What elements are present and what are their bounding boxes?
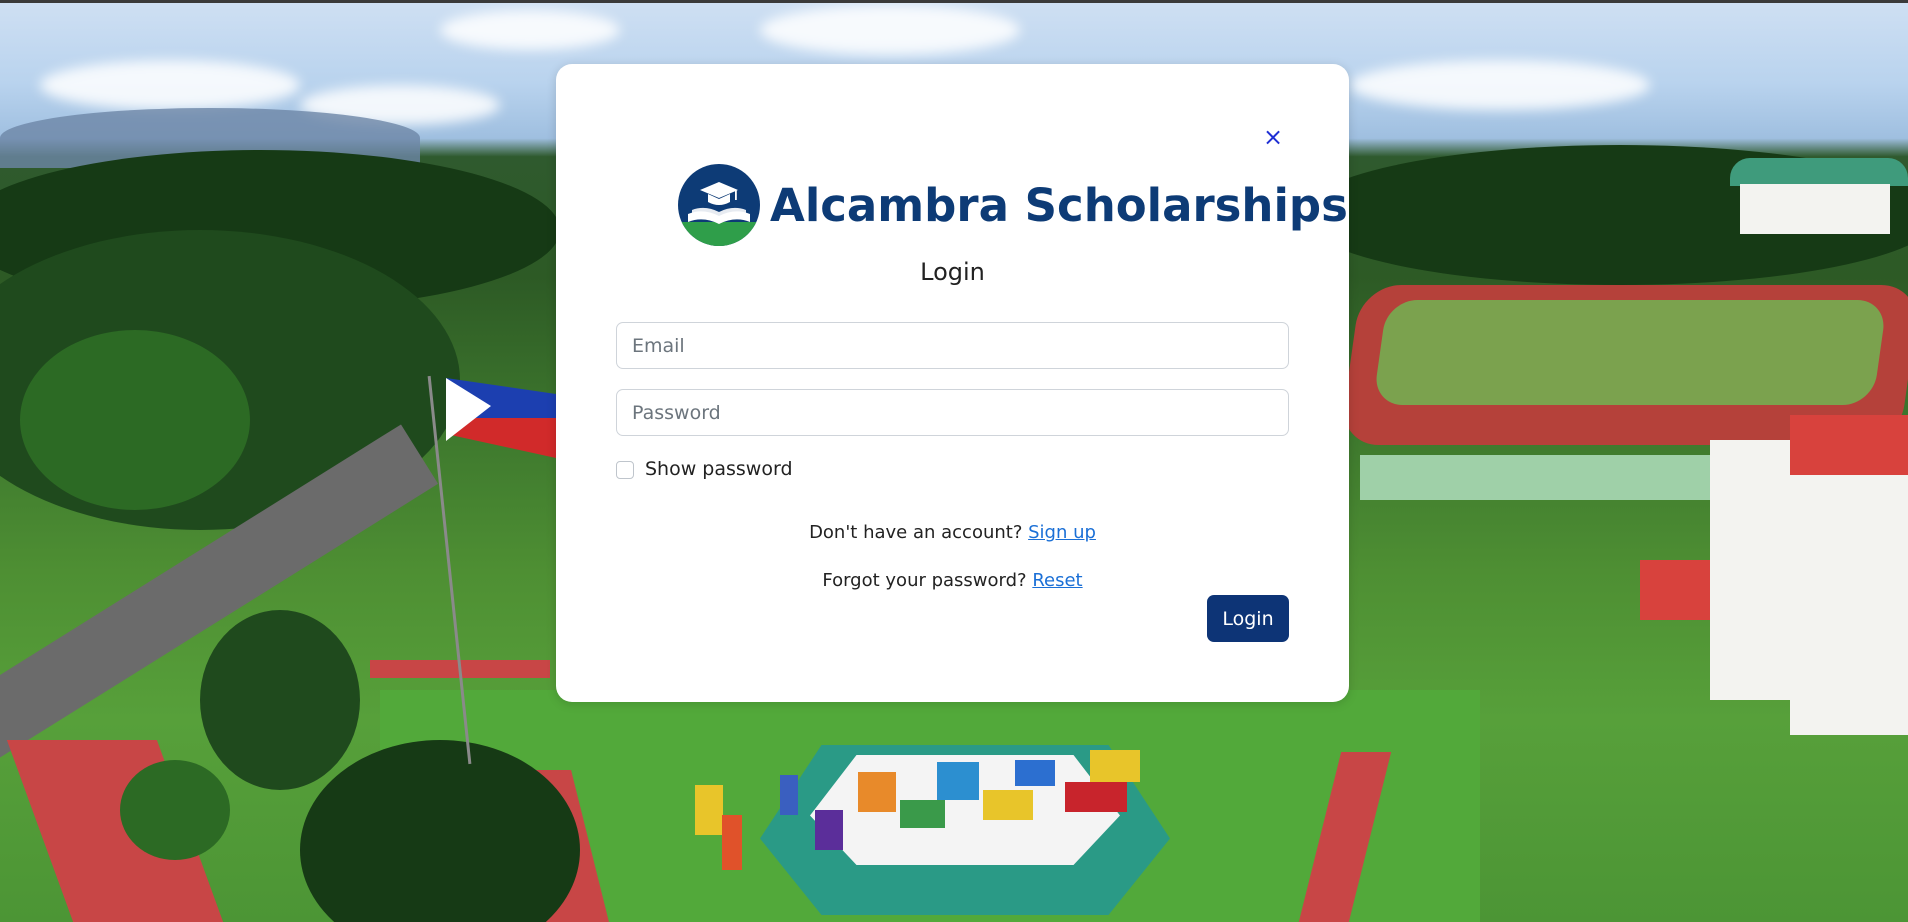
flag <box>695 785 723 835</box>
cloud <box>760 5 1020 55</box>
flag <box>937 762 979 800</box>
show-password-label[interactable]: Show password <box>645 458 793 480</box>
building <box>1790 475 1908 735</box>
tree <box>120 760 230 860</box>
cloud <box>440 10 620 50</box>
flag <box>1015 760 1055 786</box>
signup-link[interactable]: Sign up <box>1028 522 1096 543</box>
reset-link[interactable]: Reset <box>1032 570 1082 591</box>
cloud <box>40 60 300 110</box>
red-roof <box>1790 415 1908 475</box>
signup-prompt-row: Don't have an account? Sign up <box>556 522 1349 543</box>
show-password-checkbox[interactable] <box>616 461 634 479</box>
flag <box>983 790 1033 820</box>
flag <box>780 775 798 815</box>
tree-canopy <box>20 330 250 510</box>
brand-name: Alcambra Scholarships <box>770 179 1348 232</box>
password-field[interactable] <box>616 389 1289 436</box>
reset-prompt-row: Forgot your password? Reset <box>556 570 1349 591</box>
green-roof-building <box>1730 158 1908 186</box>
soccer-field <box>1372 300 1888 405</box>
flag <box>1090 750 1140 782</box>
signup-prompt: Don't have an account? <box>809 522 1029 543</box>
graduation-cap-book-logo <box>678 164 760 246</box>
close-icon[interactable]: × <box>1262 125 1284 149</box>
login-button[interactable]: Login <box>1207 595 1289 642</box>
white-tower-building <box>1710 440 1800 700</box>
tree <box>200 610 360 790</box>
flag <box>900 800 945 828</box>
email-field[interactable] <box>616 322 1289 369</box>
reset-prompt: Forgot your password? <box>822 570 1033 591</box>
flag <box>722 815 742 870</box>
flag <box>815 810 843 850</box>
window-top-border <box>0 0 1908 3</box>
flag <box>858 772 896 812</box>
building <box>1740 184 1890 234</box>
flag <box>1065 782 1127 812</box>
page-title: Login <box>920 258 985 286</box>
cloud <box>1350 60 1650 110</box>
court <box>1360 455 1740 500</box>
